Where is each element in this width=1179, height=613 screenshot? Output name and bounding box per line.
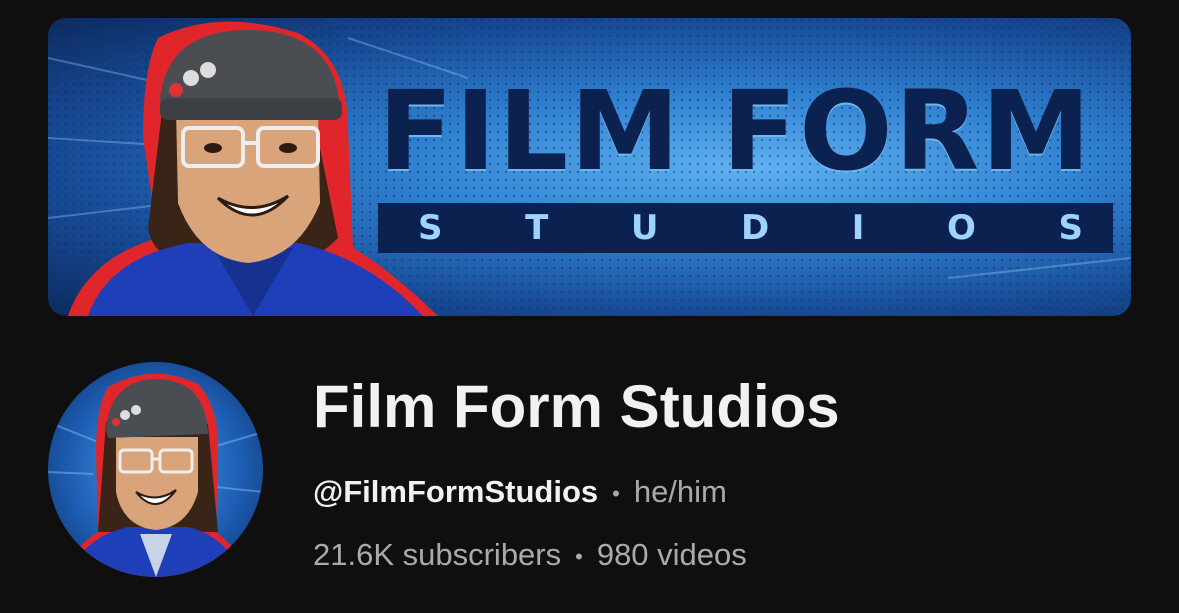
video-count: 980 videos — [596, 537, 747, 572]
channel-avatar[interactable] — [48, 362, 263, 577]
banner-subtitle-letter: O — [947, 208, 976, 248]
separator-dot: • — [575, 543, 583, 569]
banner-subtitle-letter: I — [851, 208, 865, 248]
channel-handle-row: @FilmFormStudios • he/him — [313, 474, 727, 510]
channel-handle: @FilmFormStudios — [313, 474, 599, 509]
separator-dot: • — [612, 480, 620, 506]
banner-subtitle-letter: S — [418, 208, 443, 248]
banner-subtitle-strip: S T U D I O S — [378, 203, 1113, 253]
banner-subtitle-letter: U — [630, 208, 659, 248]
channel-stats-row: 21.6K subscribers • 980 videos — [313, 537, 747, 573]
banner-subtitle-letter: D — [741, 208, 770, 248]
avatar-illustration — [48, 373, 263, 577]
banner-subtitle-letter: S — [1058, 208, 1083, 248]
channel-pronouns: he/him — [633, 474, 727, 509]
channel-banner: FILM FORM S T U D I O S — [48, 18, 1131, 316]
banner-subtitle-letter: T — [525, 208, 549, 248]
banner-title: FILM FORM — [378, 67, 1093, 195]
channel-name: Film Form Studios — [313, 373, 840, 440]
subscriber-count: 21.6K subscribers — [313, 537, 562, 572]
